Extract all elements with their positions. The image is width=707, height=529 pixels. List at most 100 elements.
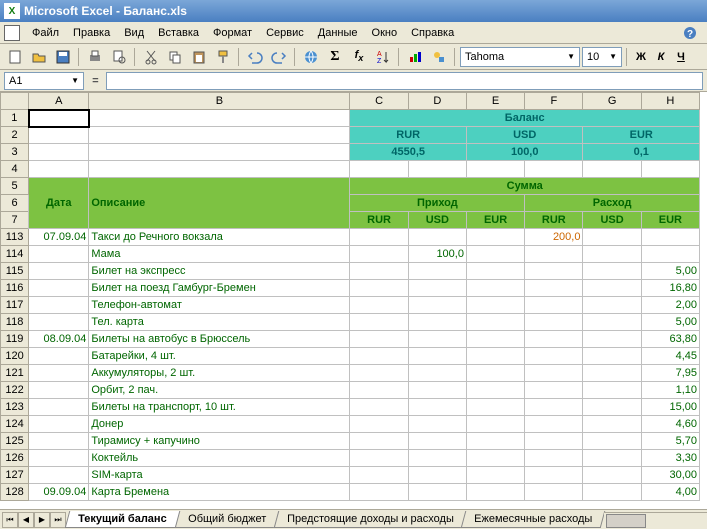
cell[interactable]: 2,00	[641, 297, 699, 314]
cell[interactable]	[525, 161, 583, 178]
name-box[interactable]: A1 ▼	[4, 72, 84, 90]
cell[interactable]	[466, 399, 524, 416]
tab-nav-first-icon[interactable]: ⏮	[2, 512, 18, 528]
sheet-tab[interactable]: Ежемесячные расходы	[461, 511, 606, 528]
cell[interactable]	[466, 416, 524, 433]
cell-date[interactable]: 07.09.04	[29, 229, 89, 246]
spreadsheet-grid[interactable]: A B C D E F G H 1 Баланс 2 RUR USD EUR 3…	[0, 92, 707, 509]
col-header-E[interactable]: E	[466, 93, 524, 110]
cell[interactable]	[641, 229, 699, 246]
cell[interactable]	[350, 450, 408, 467]
cell[interactable]	[583, 161, 641, 178]
cell[interactable]	[350, 365, 408, 382]
cell-date[interactable]	[29, 365, 89, 382]
col-header-C[interactable]: C	[350, 93, 408, 110]
row-header[interactable]: 124	[1, 416, 29, 433]
cell-date[interactable]	[29, 467, 89, 484]
save-icon[interactable]	[52, 46, 74, 68]
cell[interactable]: 200,0	[525, 229, 583, 246]
col-header-F[interactable]: F	[525, 93, 583, 110]
cell-desc[interactable]: Тел. карта	[89, 314, 350, 331]
cell[interactable]	[466, 280, 524, 297]
cell[interactable]	[466, 382, 524, 399]
hdr-usd[interactable]: USD	[408, 212, 466, 229]
drawing-icon[interactable]	[428, 46, 450, 68]
row-header[interactable]: 121	[1, 365, 29, 382]
hdr-income[interactable]: Приход	[350, 195, 525, 212]
redo-icon[interactable]	[268, 46, 290, 68]
cell-A1[interactable]	[29, 110, 89, 127]
cell[interactable]	[350, 331, 408, 348]
select-all-corner[interactable]	[1, 93, 29, 110]
row-header[interactable]: 116	[1, 280, 29, 297]
cell-desc[interactable]: Карта Бремена	[89, 484, 350, 501]
cell[interactable]	[525, 280, 583, 297]
row-header[interactable]: 120	[1, 348, 29, 365]
cell[interactable]	[466, 263, 524, 280]
cell[interactable]	[466, 450, 524, 467]
cell[interactable]: 15,00	[641, 399, 699, 416]
row-header[interactable]: 125	[1, 433, 29, 450]
row-header[interactable]: 118	[1, 314, 29, 331]
cell[interactable]	[408, 331, 466, 348]
cell-desc[interactable]: Билеты на автобус в Брюссель	[89, 331, 350, 348]
cell[interactable]	[525, 399, 583, 416]
col-header-B[interactable]: B	[89, 93, 350, 110]
cell[interactable]	[408, 382, 466, 399]
row-header[interactable]: 6	[1, 195, 29, 212]
cell[interactable]	[89, 127, 350, 144]
balance-val[interactable]: 4550,5	[350, 144, 467, 161]
cell[interactable]: 4,00	[641, 484, 699, 501]
cell[interactable]	[583, 365, 641, 382]
cell[interactable]	[408, 161, 466, 178]
menu-view[interactable]: Вид	[118, 25, 150, 41]
cell[interactable]: 7,95	[641, 365, 699, 382]
sheet-tab[interactable]: Предстоящие доходы и расходы	[273, 511, 466, 528]
hdr-rur[interactable]: RUR	[525, 212, 583, 229]
cell-date[interactable]	[29, 382, 89, 399]
cell[interactable]	[583, 348, 641, 365]
cell[interactable]	[583, 263, 641, 280]
scroll-thumb[interactable]	[606, 514, 646, 528]
row-header[interactable]: 3	[1, 144, 29, 161]
cell-date[interactable]	[29, 314, 89, 331]
cell[interactable]	[525, 484, 583, 501]
paste-icon[interactable]	[188, 46, 210, 68]
cell-desc[interactable]: Батарейки, 4 шт.	[89, 348, 350, 365]
row-header[interactable]: 117	[1, 297, 29, 314]
cell[interactable]	[525, 246, 583, 263]
hdr-expense[interactable]: Расход	[525, 195, 700, 212]
cell[interactable]	[408, 314, 466, 331]
italic-button[interactable]: К	[652, 51, 670, 63]
row-header[interactable]: 1	[1, 110, 29, 127]
balance-col[interactable]: RUR	[350, 127, 467, 144]
cell[interactable]	[466, 314, 524, 331]
row-header[interactable]: 119	[1, 331, 29, 348]
row-header[interactable]: 114	[1, 246, 29, 263]
cell[interactable]	[408, 348, 466, 365]
cell[interactable]	[583, 229, 641, 246]
balance-val[interactable]: 100,0	[466, 144, 583, 161]
balance-col[interactable]: USD	[466, 127, 583, 144]
cell[interactable]	[408, 263, 466, 280]
row-header[interactable]: 122	[1, 382, 29, 399]
chart-icon[interactable]	[404, 46, 426, 68]
cell[interactable]	[466, 433, 524, 450]
cell[interactable]	[350, 229, 408, 246]
cell[interactable]	[466, 348, 524, 365]
cell[interactable]	[350, 399, 408, 416]
cell[interactable]	[89, 144, 350, 161]
menu-help[interactable]: Справка	[405, 25, 460, 41]
hdr-usd[interactable]: USD	[583, 212, 641, 229]
cell[interactable]	[583, 416, 641, 433]
cell[interactable]	[89, 110, 350, 127]
cell[interactable]: 5,00	[641, 263, 699, 280]
sort-asc-icon[interactable]: AZ	[372, 46, 394, 68]
cell[interactable]	[408, 297, 466, 314]
cell-desc[interactable]: Такси до Речного вокзала	[89, 229, 350, 246]
cell-date[interactable]	[29, 348, 89, 365]
font-size-selector[interactable]: 10 ▼	[582, 47, 622, 67]
cell[interactable]	[583, 246, 641, 263]
cell[interactable]	[408, 467, 466, 484]
cell[interactable]	[525, 297, 583, 314]
